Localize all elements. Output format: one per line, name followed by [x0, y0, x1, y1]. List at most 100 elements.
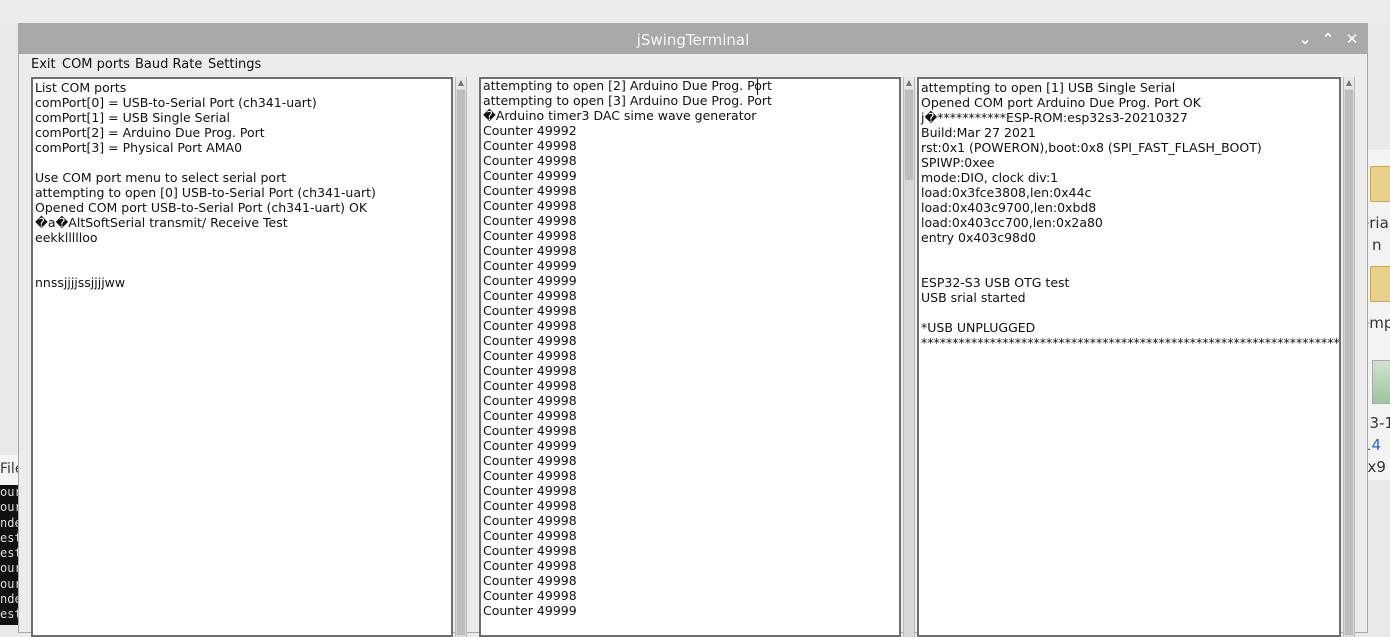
desktop-icon-label: 3x9 — [1366, 458, 1386, 476]
terminal-line: Build:Mar 27 2021 — [921, 125, 1036, 140]
terminal-line: Counter 49998 — [483, 153, 577, 168]
maximize-button[interactable]: ⌃ — [1317, 28, 1339, 50]
terminal-line: Counter 49998 — [483, 318, 577, 333]
terminal-line: Counter 49999 — [483, 273, 577, 288]
terminal-line: Counter 49998 — [483, 288, 577, 303]
terminal-line: *USB UNPLUGGED — [921, 320, 1036, 335]
terminal-line: Counter 49998 — [483, 558, 577, 573]
terminal-line: eekkllllloo — [35, 230, 98, 245]
terminal-line: Counter 49998 — [483, 348, 577, 363]
scroll-thumb[interactable] — [1345, 90, 1353, 635]
terminal-line: �a�AltSoftSerial transmit/ Receive Test — [35, 215, 288, 230]
terminal-line: j�***********ESP-ROM:esp32s3-20210327 — [921, 110, 1188, 125]
terminal-line: Counter 49998 — [483, 468, 577, 483]
folder-icon[interactable] — [1370, 266, 1390, 302]
terminal-line: Counter 49998 — [483, 228, 577, 243]
scrollbar-middle[interactable]: ▲ — [903, 77, 915, 637]
terminal-line: Counter 49998 — [483, 393, 577, 408]
scroll-thumb[interactable] — [457, 90, 465, 635]
window-title: jSwingTerminal — [636, 31, 750, 49]
background-terminal-line: est — [0, 530, 18, 545]
terminal-line: attempting to open [1] USB Single Serial — [921, 80, 1176, 95]
terminal-line: rst:0x1 (POWERON),boot:0x8 (SPI_FAST_FLA… — [921, 140, 1262, 155]
terminal-line: Counter 49998 — [483, 303, 577, 318]
background-terminal-line: nde — [0, 515, 18, 530]
terminal-line: attempting to open [2] Arduino Due Prog.… — [483, 78, 772, 93]
terminal-line: SPIWP:0xee — [921, 155, 995, 170]
title-bar[interactable]: jSwingTerminal ⌄ ⌃ ✕ — [19, 24, 1367, 54]
terminal-line: Counter 49998 — [483, 573, 577, 588]
terminal-line: Counter 49998 — [483, 213, 577, 228]
desktop-icon-label: emp — [1366, 314, 1390, 332]
terminal-line: Counter 49998 — [483, 543, 577, 558]
terminal-line: ESP32-S3 USB OTG test — [921, 275, 1070, 290]
terminal-line: load:0x403cc700,len:0x2a80 — [921, 215, 1103, 230]
scroll-thumb[interactable] — [905, 90, 913, 180]
terminal-line: Counter 49998 — [483, 423, 577, 438]
terminal-line: Opened COM port Arduino Due Prog. Port O… — [921, 95, 1201, 110]
text-cursor — [757, 79, 758, 95]
close-button[interactable]: ✕ — [1341, 28, 1363, 50]
menu-bar: Exit COM ports Baud Rate Settings — [19, 54, 1367, 76]
terminal-line: comPort[2] = Arduino Due Prog. Port — [35, 125, 265, 140]
terminal-line: Counter 49998 — [483, 513, 577, 528]
desktop-icon-label: eria — [1366, 214, 1389, 232]
terminal-pane-left[interactable]: List COM ports comPort[0] = USB-to-Serial… — [31, 77, 453, 637]
desktop-icon-label: 23-1 — [1366, 414, 1390, 432]
menu-settings[interactable]: Settings — [208, 57, 261, 72]
terminal-line: Counter 49998 — [483, 183, 577, 198]
desktop-background — [0, 0, 1390, 24]
minimize-button[interactable]: ⌄ — [1294, 28, 1316, 50]
terminal-line: Counter 49998 — [483, 408, 577, 423]
image-file-icon[interactable] — [1372, 360, 1390, 404]
terminal-line: Counter 49999 — [483, 438, 577, 453]
terminal-pane-right[interactable]: attempting to open [1] USB Single Serial… — [917, 77, 1341, 637]
terminal-line: Counter 49998 — [483, 333, 577, 348]
terminal-line: �Arduino timer3 DAC sime wave generator — [483, 108, 757, 123]
scroll-up-icon[interactable]: ▲ — [456, 77, 466, 89]
terminal-line: USB srial started — [921, 290, 1026, 305]
terminal-line: load:0x403c9700,len:0xbd8 — [921, 200, 1097, 215]
desktop-icons-area: eria n emp 23-1 14 3x9 — [1366, 150, 1390, 480]
desktop-icon-label: n — [1372, 236, 1382, 254]
desktop-icon-label: 14 — [1366, 436, 1382, 454]
folder-icon[interactable] — [1370, 166, 1390, 202]
terminal-line: comPort[1] = USB Single Serial — [35, 110, 231, 125]
terminal-line: Counter 49998 — [483, 528, 577, 543]
terminal-line: Opened COM port USB-to-Serial Port (ch34… — [35, 200, 368, 215]
terminal-line: Counter 49999 — [483, 603, 577, 618]
background-terminal-line: our — [0, 500, 18, 515]
scrollbar-left[interactable]: ▲ — [455, 77, 467, 637]
terminal-line: load:0x3fce3808,len:0x44c — [921, 185, 1092, 200]
terminal-line: Counter 49998 — [483, 363, 577, 378]
terminal-line: Counter 49998 — [483, 483, 577, 498]
terminal-output-left: List COM ports comPort[0] = USB-to-Serial… — [35, 80, 376, 290]
menu-com-ports[interactable]: COM ports — [62, 57, 130, 72]
scrollbar-right[interactable]: ▲ — [1343, 77, 1355, 637]
scroll-up-icon[interactable]: ▲ — [904, 77, 914, 89]
terminal-output-middle: attempting to open [2] Arduino Due Prog.… — [483, 78, 772, 618]
background-terminal-line: our — [0, 561, 18, 576]
menu-exit[interactable]: Exit — [31, 57, 56, 72]
terminal-line: Use COM port menu to select serial port — [35, 170, 287, 185]
background-terminal-line: nde — [0, 592, 18, 607]
terminal-line: List COM ports — [35, 80, 127, 95]
jswingterminal-window: jSwingTerminal ⌄ ⌃ ✕ Exit COM ports Baud… — [18, 23, 1368, 637]
terminal-line: entry 0x403c98d0 — [921, 230, 1036, 245]
background-terminal-line: est — [0, 607, 18, 622]
terminal-line: mode:DIO, clock div:1 — [921, 170, 1059, 185]
terminal-line: Counter 49998 — [483, 198, 577, 213]
scroll-up-icon[interactable]: ▲ — [1344, 77, 1354, 89]
terminal-line: Counter 49998 — [483, 498, 577, 513]
terminal-pane-middle[interactable]: attempting to open [2] Arduino Due Prog.… — [479, 77, 901, 637]
terminal-line: Counter 49999 — [483, 168, 577, 183]
terminal-line: comPort[0] = USB-to-Serial Port (ch341-u… — [35, 95, 317, 110]
terminal-line: nnssjjjjssjjjjww — [35, 275, 126, 290]
terminal-line: comPort[3] = Physical Port AMA0 — [35, 140, 243, 155]
menu-baud-rate[interactable]: Baud Rate — [135, 57, 202, 72]
